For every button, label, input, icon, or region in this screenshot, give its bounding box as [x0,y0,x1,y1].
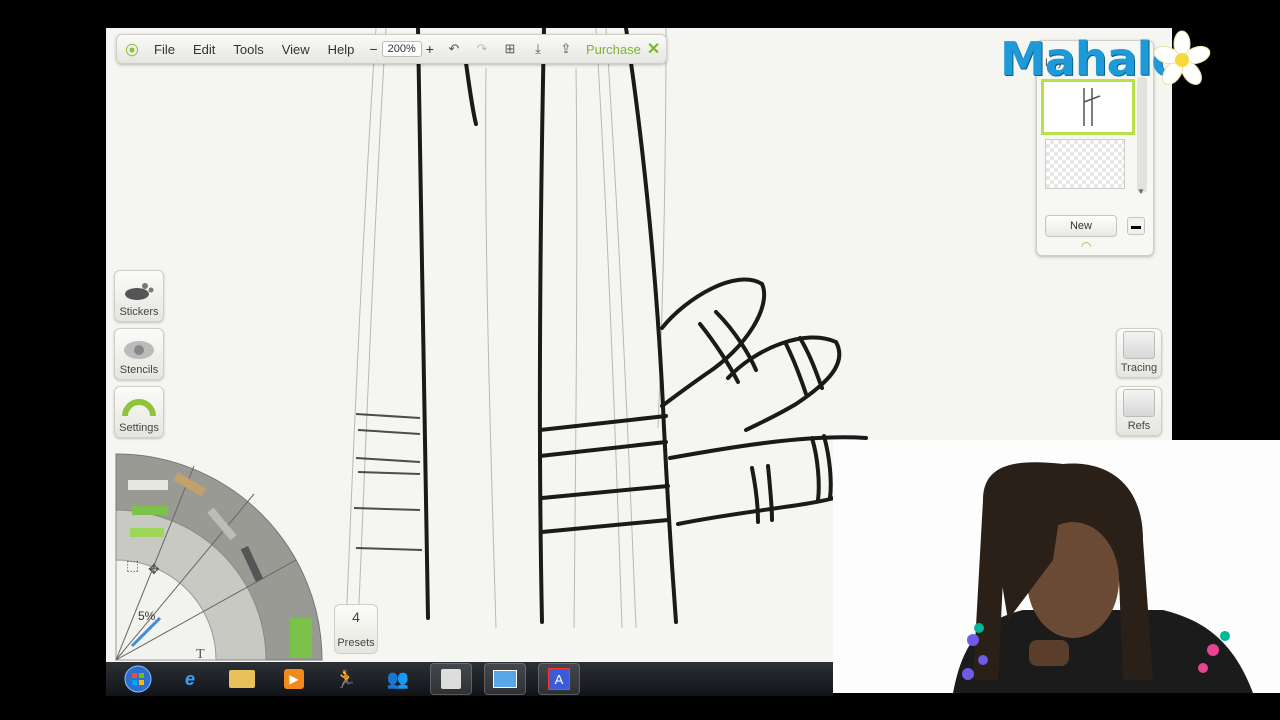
internet-explorer-icon[interactable]: e [170,664,210,694]
tracing-button[interactable]: Tracing [1116,328,1162,378]
zoom-level[interactable]: 200% [381,41,422,57]
scroll-down-icon[interactable]: ▼ [1137,187,1145,196]
zoom-in-button[interactable]: + [426,41,434,57]
stencils-button[interactable]: Stencils [114,328,164,380]
display-app-icon[interactable] [484,663,526,695]
presets-label: Presets [337,637,375,649]
settings-label: Settings [119,422,159,434]
presets-count: 4 [352,609,360,625]
runner-app-icon[interactable]: 🏃 [326,664,366,694]
tracing-label: Tracing [1120,362,1158,374]
presets-button[interactable]: 4 Presets [334,604,378,654]
zoom-control: − 200% + [369,41,434,57]
layer-thumbnail-active[interactable] [1041,79,1135,135]
refs-icon [1123,389,1155,417]
marker-icon[interactable] [290,618,312,658]
menu-bar: ⦿ File Edit Tools View Help − 200% + ↶ ↷… [116,34,668,64]
layer-thumbnail-empty[interactable] [1045,139,1125,189]
windows-taskbar: e ▶ 🏃 👥 A [106,662,833,696]
font-app-icon[interactable]: A [538,663,580,695]
messenger-icon[interactable]: 👥 [378,664,418,694]
panel-grip-icon[interactable]: ◠ [1081,239,1091,253]
close-icon[interactable]: ✕ [647,39,660,59]
brush-tool-icon[interactable] [128,480,168,490]
menu-tools[interactable]: Tools [224,42,272,57]
move-icon[interactable]: ✥ [148,561,160,577]
stencils-label: Stencils [119,364,159,376]
start-button-icon[interactable] [118,664,158,694]
tool-wheel[interactable]: ⬚ ✥ T 5% [114,450,324,662]
opacity-value[interactable]: 5% [138,609,156,623]
redo-icon[interactable]: ↷ [471,38,493,60]
settings-button[interactable]: Settings [114,386,164,438]
stickers-label: Stickers [119,306,159,318]
stickers-icon [125,283,154,300]
zoom-out-button[interactable]: − [369,41,377,57]
text-tool-icon[interactable]: T [196,647,205,662]
artrage-taskbar-icon[interactable] [430,663,472,695]
transform-icon[interactable]: ⊞ [499,38,521,60]
file-explorer-icon[interactable] [222,664,262,694]
menu-view[interactable]: View [273,42,319,57]
purchase-button[interactable]: Purchase [580,42,647,57]
roller-icon[interactable] [130,528,164,537]
settings-icon [122,399,156,417]
new-layer-button[interactable]: New [1045,215,1117,237]
tracing-icon [1123,331,1155,359]
menu-file[interactable]: File [145,42,184,57]
export-icon[interactable]: ⇪ [555,38,577,60]
paint-tube-icon[interactable] [132,506,168,515]
artrage-logo-icon[interactable]: ⦿ [123,40,141,58]
webcam-overlay [833,440,1280,693]
import-icon[interactable]: ⤓ [527,38,549,60]
flower-logo-icon [1153,30,1211,85]
refs-button[interactable]: Refs [1116,386,1162,436]
undo-icon[interactable]: ↶ [443,38,465,60]
presenter-video [833,440,1280,693]
menu-help[interactable]: Help [319,42,364,57]
refs-label: Refs [1127,420,1151,432]
stickers-button[interactable]: Stickers [114,270,164,322]
layer-preview-icon [1083,88,1101,126]
layers-scrollbar[interactable] [1137,77,1147,193]
menu-edit[interactable]: Edit [184,42,224,57]
select-icon[interactable]: ⬚ [126,557,139,573]
media-player-icon[interactable]: ▶ [274,664,314,694]
layer-options-icon[interactable]: ▬ [1127,217,1145,235]
stencils-icon [124,341,154,359]
